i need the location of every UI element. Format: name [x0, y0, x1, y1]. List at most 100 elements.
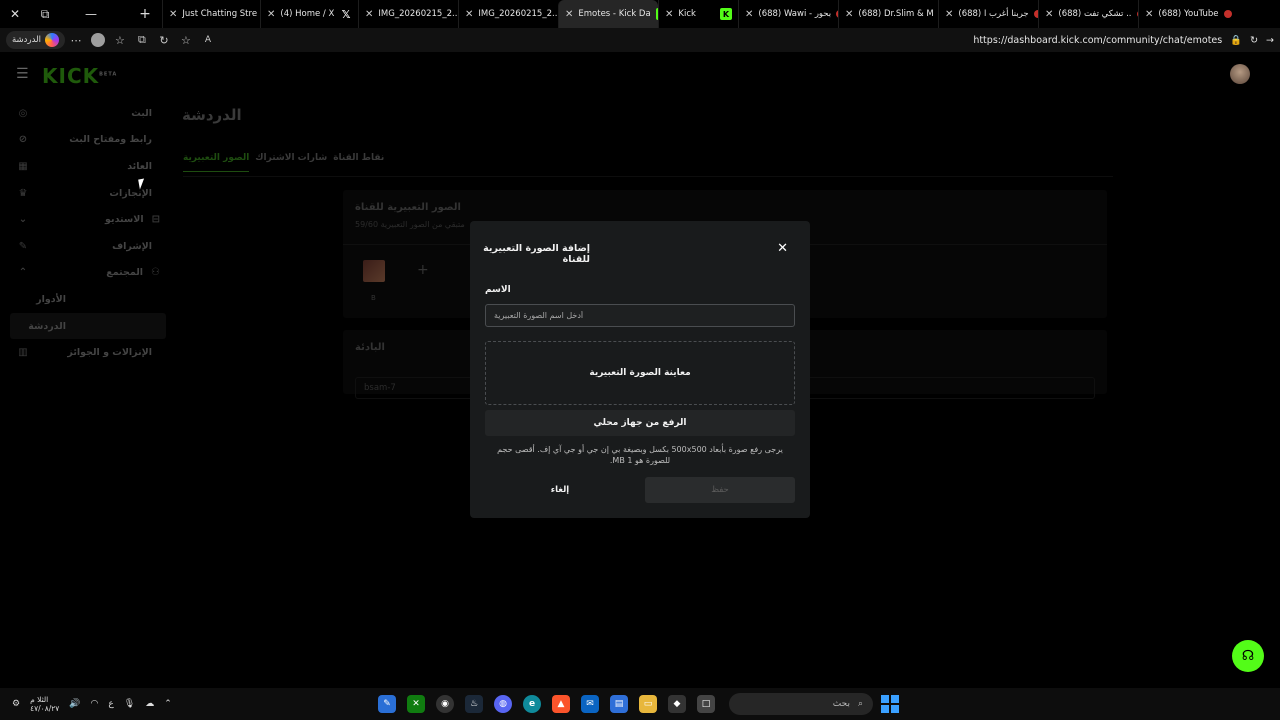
- edge-icon[interactable]: e: [523, 695, 541, 713]
- tab-close-icon[interactable]: ✕: [1045, 9, 1053, 20]
- close-icon[interactable]: ✕: [777, 241, 788, 256]
- menu-icon[interactable]: ☰: [16, 66, 29, 82]
- sidebar-item-label: الدردشة: [28, 320, 66, 332]
- more-icon[interactable]: ⋯: [65, 30, 87, 50]
- browser-tab[interactable]: ✕ (688) Dr.Slim & M: [838, 0, 938, 28]
- app-icon[interactable]: ✎: [378, 695, 396, 713]
- favorites-icon[interactable]: ☆: [109, 30, 131, 50]
- sidebar-item-label: البث: [131, 107, 152, 119]
- clock-date: ٤٧/٠٨/٢٧: [30, 704, 60, 713]
- tab-close-icon[interactable]: ✕: [169, 9, 177, 20]
- browser-tab[interactable]: ✕Just Chatting StreK: [162, 0, 260, 28]
- tab-close-icon[interactable]: ✕: [465, 9, 473, 20]
- read-aloud-icon[interactable]: A: [197, 30, 219, 50]
- browser-tab[interactable]: ✕ (688) تشكي تفت ..: [1038, 0, 1138, 28]
- lock-icon[interactable]: 🔒: [1230, 35, 1242, 46]
- minimize-icon[interactable]: —: [76, 0, 106, 28]
- close-window-icon[interactable]: ✕: [0, 0, 30, 28]
- profile-icon[interactable]: [87, 30, 109, 50]
- sidebar-item-chat[interactable]: الدردشة: [10, 312, 166, 340]
- tab-close-icon[interactable]: ✕: [745, 9, 753, 20]
- emote-name-input[interactable]: [485, 304, 795, 327]
- brave-icon[interactable]: ▲: [552, 695, 570, 713]
- tab-emotes[interactable]: الصور التعبيرية: [183, 153, 250, 172]
- sidebar-item-moderation[interactable]: ✎ الإشراف: [10, 233, 166, 260]
- browser-tab[interactable]: ✕ IMG_20260215_2...: [458, 0, 558, 28]
- url-text[interactable]: https://dashboard.kick.com/community/cha…: [973, 35, 1222, 46]
- reload-icon[interactable]: ↻: [1250, 35, 1258, 46]
- kick-icon: K: [720, 8, 732, 20]
- url-field[interactable]: https://dashboard.kick.com/community/cha…: [973, 35, 1274, 46]
- sidebar-item-roles[interactable]: الأدوار: [10, 286, 166, 313]
- upload-from-device-button[interactable]: الرفع من جهاز محلي: [485, 410, 795, 436]
- save-button[interactable]: حفظ: [645, 477, 795, 503]
- capcut-icon[interactable]: ◆: [668, 695, 686, 713]
- emote-thumbnail[interactable]: [363, 260, 385, 282]
- browser-tab[interactable]: ✕ IMG_20260215_2...: [358, 0, 458, 28]
- kick-logo[interactable]: KICKBETA: [42, 64, 117, 88]
- obs-icon[interactable]: ◉: [436, 695, 454, 713]
- browser-tab[interactable]: ✕ (4) Home / X 𝕏: [260, 0, 358, 28]
- profile-chip[interactable]: الدردشة: [6, 31, 65, 49]
- sidebar-item-label: المجتمع: [106, 267, 144, 279]
- browser-tab[interactable]: ✕ Kick K: [658, 0, 738, 28]
- notification-icon[interactable]: ⚙: [12, 699, 20, 709]
- cancel-button[interactable]: إلغاء: [530, 477, 590, 503]
- support-chat-icon[interactable]: ☊: [1232, 640, 1264, 672]
- browser-tab[interactable]: ✕ (688) Wawi - بحور: [738, 0, 838, 28]
- sidebar-item-label: رابط ومفتاح البث: [69, 134, 152, 146]
- language-indicator[interactable]: ع: [108, 699, 113, 709]
- collections-icon[interactable]: ⧉: [131, 30, 153, 50]
- tab-close-icon[interactable]: ✕: [565, 9, 573, 20]
- tab-close-icon[interactable]: ✕: [1145, 9, 1153, 20]
- tab-close-icon[interactable]: ✕: [665, 9, 673, 20]
- store-icon[interactable]: ▤: [610, 695, 628, 713]
- link-icon: ⊘: [18, 134, 28, 146]
- discord-icon[interactable]: ◍: [494, 695, 512, 713]
- tab-channel-points[interactable]: نقاط القناة: [333, 153, 384, 172]
- refresh-icon[interactable]: ↻: [153, 30, 175, 50]
- xbox-icon[interactable]: ✕: [407, 695, 425, 713]
- sidebar-item-drops[interactable]: ▥ الإنزالات و الجوائز: [10, 339, 166, 366]
- kick-dashboard-page: ☰ KICKBETA ◎ البث ⊘ رابط ومفتاح البث ▦ العا…: [0, 52, 1280, 688]
- browser-tab-active[interactable]: ✕Emotes - Kick DaK: [558, 0, 658, 28]
- volume-icon[interactable]: 🔊: [69, 699, 80, 709]
- tab-subscriber-badges[interactable]: شارات الاشتراك: [255, 153, 327, 172]
- taskbar-search[interactable]: بحث ⌕: [729, 693, 873, 715]
- tab-close-icon[interactable]: ✕: [267, 9, 275, 20]
- studio-window-icon: ⊟: [151, 214, 160, 226]
- browser-tab[interactable]: ✕ (688) YouTube: [1138, 0, 1238, 28]
- wifi-icon[interactable]: ◠: [91, 699, 99, 709]
- tray-chevron-up-icon[interactable]: ⌃: [164, 699, 172, 709]
- clock[interactable]: الثلا م ٤٧/٠٨/٢٧: [30, 695, 59, 713]
- add-emote-button[interactable]: +: [417, 262, 429, 278]
- microphone-icon[interactable]: 🎙: [124, 699, 135, 709]
- back-icon[interactable]: →: [1266, 35, 1274, 46]
- tab-title: Just Chatting Stre: [182, 9, 258, 19]
- outlook-icon[interactable]: ✉: [581, 695, 599, 713]
- browser-tab[interactable]: ✕ (688) جربنا أغرب ا: [938, 0, 1038, 28]
- new-tab-button[interactable]: +: [130, 0, 160, 28]
- page-tabs: الصور التعبيرية شارات الاشتراك نقاط القن…: [183, 153, 384, 172]
- tab-title: (688) Dr.Slim & M: [858, 9, 934, 19]
- emotes-card-subtitle: 59/60 متبقي من الصور التعبيرية: [355, 220, 465, 229]
- steam-icon[interactable]: ♨: [465, 695, 483, 713]
- onedrive-icon[interactable]: ☁: [145, 699, 154, 709]
- tab-actions-icon[interactable]: ⧉: [30, 0, 60, 28]
- start-button[interactable]: [881, 695, 899, 713]
- app-window-icon[interactable]: □: [697, 695, 715, 713]
- tab-title: (688) تشكي تفت ..: [1058, 9, 1132, 19]
- sidebar-item-community[interactable]: ⌃ المجتمع ⚇: [10, 260, 166, 287]
- add-favorite-icon[interactable]: ☆: [175, 30, 197, 50]
- sidebar-item-stream-key[interactable]: ⊘ رابط ومفتاح البث: [10, 127, 166, 154]
- sidebar-item-broadcast[interactable]: ◎ البث: [10, 100, 166, 127]
- wrench-icon: ✎: [18, 240, 28, 252]
- sidebar-item-revenue[interactable]: ▦ العائد: [10, 153, 166, 180]
- sidebar-item-studio[interactable]: ⌄ الاستديو ⊟: [10, 206, 166, 233]
- tab-close-icon[interactable]: ✕: [945, 9, 953, 20]
- tab-close-icon[interactable]: ✕: [365, 9, 373, 20]
- file-explorer-icon[interactable]: ▭: [639, 695, 657, 713]
- modal-title: إضافة الصورة التعبيرية للقناة: [483, 243, 590, 265]
- tab-close-icon[interactable]: ✕: [845, 9, 853, 20]
- user-avatar[interactable]: [1230, 64, 1250, 84]
